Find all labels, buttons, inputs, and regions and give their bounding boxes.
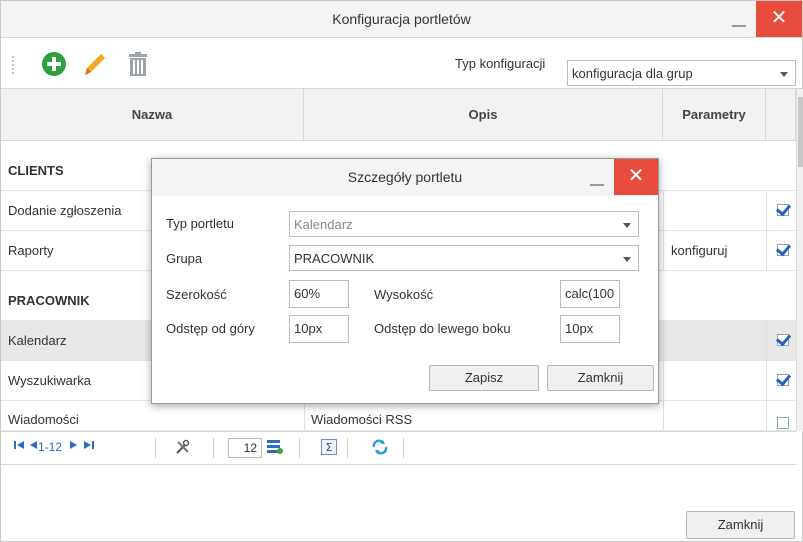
toolbar-grip[interactable] [11, 55, 15, 75]
page-size-input[interactable]: 12 [228, 438, 262, 458]
prev-page-icon[interactable] [28, 439, 38, 454]
window-titlebar[interactable]: Konfiguracja portletów ✕ [1, 1, 802, 38]
page-size-icon[interactable] [266, 439, 284, 458]
portlet-config-window: Konfiguracja portletów ✕ Typ konfiguracj… [0, 0, 803, 542]
window-close-footer-button[interactable]: Zamknij [686, 511, 795, 539]
tools-icon[interactable] [175, 439, 191, 458]
delete-icon[interactable] [125, 51, 151, 77]
dialog-cancel-button[interactable]: Zamknij [547, 365, 654, 391]
portlet-details-dialog: Szczegóły portletu ✕ Typ portletu Kalend… [151, 158, 659, 404]
page-range: 1-12 [38, 440, 63, 454]
group-select[interactable]: PRACOWNIK [289, 245, 639, 271]
row-name: Dodanie zgłoszenia [8, 203, 122, 218]
grid-header: Nazwa Opis Parametry [1, 89, 796, 141]
dialog-title: Szczegóły portletu [347, 169, 463, 185]
grid-pager: 1-12 12 Σ [1, 431, 796, 465]
top-offset-input[interactable]: 10px [289, 315, 349, 343]
config-type-select[interactable]: konfiguracja dla grup [567, 60, 796, 86]
top-offset-label: Odstęp od góry [166, 321, 255, 336]
svg-text:Σ: Σ [326, 441, 333, 454]
row-active-checkbox[interactable] [777, 374, 789, 386]
table-row[interactable]: Wiadomości Wiadomości RSS [1, 401, 796, 431]
row-active-checkbox[interactable] [777, 417, 789, 429]
next-page-icon[interactable] [69, 439, 79, 454]
add-icon[interactable] [41, 51, 67, 77]
height-label: Wysokość [374, 287, 434, 302]
config-type-label: Typ konfiguracji [455, 56, 546, 71]
group-label: Grupa [166, 251, 203, 266]
column-header-parametry[interactable]: Parametry [663, 89, 766, 140]
configure-link[interactable]: konfiguruj [663, 231, 766, 271]
group-value: PRACOWNIK [294, 251, 375, 266]
grid-scrollbar[interactable] [796, 89, 803, 431]
height-input[interactable]: calc(100 [560, 280, 620, 308]
dialog-titlebar[interactable]: Szczegóły portletu ✕ [152, 159, 658, 196]
width-label: Szerokość [166, 287, 227, 302]
edit-icon[interactable] [81, 51, 107, 77]
row-name: Kalendarz [8, 333, 67, 348]
chevron-down-icon [623, 223, 631, 228]
row-description: Wiadomości RSS [311, 412, 413, 427]
chevron-down-icon [780, 72, 788, 77]
refresh-icon[interactable] [371, 439, 389, 458]
column-header-nazwa[interactable]: Nazwa [1, 89, 304, 140]
row-active-checkbox[interactable] [777, 204, 789, 216]
chevron-down-icon [623, 257, 631, 262]
dialog-close-button[interactable]: ✕ [614, 159, 658, 195]
toolbar: Typ konfiguracji konfiguracja dla grup [1, 38, 802, 89]
sum-icon[interactable]: Σ [321, 439, 337, 458]
row-active-checkbox[interactable] [777, 244, 789, 256]
dialog-minimize-button[interactable] [586, 168, 608, 190]
left-offset-input[interactable]: 10px [560, 315, 620, 343]
row-name: Wyszukiwarka [8, 373, 91, 388]
portlet-type-label: Typ portletu [166, 216, 234, 231]
window-title: Konfiguracja portletów [332, 11, 471, 27]
row-name: Wiadomości [8, 412, 79, 427]
portlet-type-select[interactable]: Kalendarz [289, 211, 639, 237]
save-button[interactable]: Zapisz [429, 365, 539, 391]
window-close-button[interactable]: ✕ [756, 1, 802, 37]
column-header-active[interactable] [766, 89, 796, 140]
config-type-value: konfiguracja dla grup [572, 66, 693, 81]
row-name: Raporty [8, 243, 54, 258]
minimize-button[interactable] [728, 9, 750, 31]
last-page-icon[interactable] [83, 439, 95, 454]
first-page-icon[interactable] [13, 439, 25, 454]
left-offset-label: Odstęp do lewego boku [374, 321, 511, 336]
width-input[interactable]: 60% [289, 280, 349, 308]
portlet-type-value: Kalendarz [294, 217, 353, 232]
scrollbar-thumb[interactable] [798, 97, 803, 167]
row-active-checkbox[interactable] [777, 334, 789, 346]
column-header-opis[interactable]: Opis [304, 89, 663, 140]
